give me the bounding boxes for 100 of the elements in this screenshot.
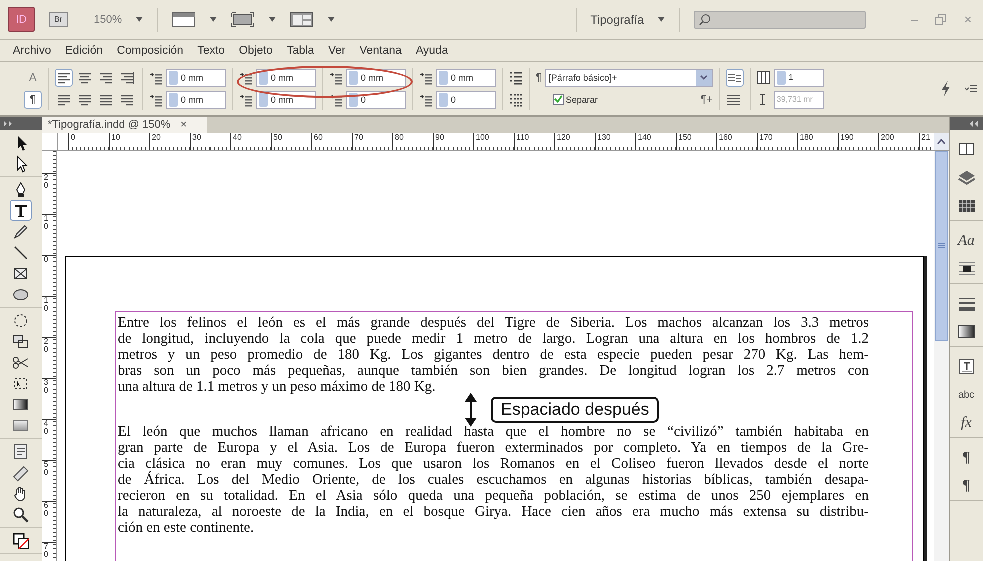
line-icon [12, 244, 30, 262]
columns-icon[interactable] [726, 94, 741, 106]
ruler-label: 30 [192, 133, 202, 142]
text-line: una altura de 1.1 metros y un peso máximo de 180 Kg. [118, 379, 437, 395]
ruler-label: 40 [43, 420, 50, 436]
view-options-icon[interactable] [172, 12, 196, 28]
ruler-label: 20 [43, 174, 50, 190]
close-tab-button[interactable]: × [180, 119, 188, 131]
collapse-icon[interactable] [970, 120, 980, 126]
ruler-label: 190 [840, 133, 854, 142]
ruler-label: 40 [233, 133, 242, 142]
character-mode-button[interactable]: A [24, 68, 42, 86]
measure-icon [12, 464, 30, 482]
ruler-label: 170 [760, 133, 773, 142]
menu-item[interactable]: Edición [58, 44, 110, 56]
scroll-up-icon[interactable] [937, 138, 946, 144]
span-columns-button[interactable] [726, 68, 744, 86]
ruler-label: 140 [638, 133, 652, 142]
align-right-icon [98, 70, 114, 84]
scrollbar[interactable] [934, 151, 949, 561]
workspace-switcher[interactable]: Tipografía [590, 12, 644, 26]
columns-count-icon [756, 70, 771, 84]
ruler-label: 0 [43, 256, 50, 264]
ruler-label: 21 [922, 133, 930, 142]
search-field[interactable] [694, 10, 866, 28]
arrange-icon[interactable] [290, 12, 314, 28]
menu-item[interactable]: Ayuda [408, 44, 456, 56]
grip-icon [938, 243, 945, 249]
text-line: bras son un poco más pequeñas, aunque también son bien grandes. De longitud logran los 2.7 metros con [118, 363, 869, 379]
panel-button[interactable]: Aa [954, 227, 980, 255]
menu-item[interactable]: Composición [110, 44, 191, 56]
scrollbar-thumb[interactable] [935, 151, 948, 341]
zoom-level[interactable]: 150% [94, 14, 122, 26]
text-line: de África. Los del Medio Oriente, de los cuales escuchamos en algunas historias bíblicas, también desapa- [118, 472, 869, 488]
ruler-label: 50 [43, 461, 50, 477]
panel-button[interactable]: abc [954, 381, 980, 409]
bulleted-list-icon[interactable] [509, 70, 523, 84]
panel-button[interactable]: ¶ [954, 444, 980, 472]
menu-item[interactable]: Tabla [280, 44, 322, 56]
ruler-label: 130 [598, 133, 611, 142]
align-justify-center-icon [78, 92, 92, 106]
caret-icon [658, 17, 666, 22]
menu-item[interactable]: Archivo [6, 44, 58, 56]
caret-icon [269, 17, 276, 22]
number-field[interactable]: 1 [774, 68, 824, 86]
panel-button[interactable]: ¶ [954, 472, 980, 500]
text-line: ción en este continente. [118, 520, 256, 536]
menu-item[interactable]: Texto [190, 44, 232, 56]
ruler-label: 60 [314, 133, 323, 142]
number-field[interactable]: 0 [436, 90, 496, 108]
ruler-label: 160 [719, 133, 732, 142]
clear-overrides-mark[interactable]: ¶+ [700, 94, 713, 106]
bridge-logo[interactable]: Br [49, 12, 68, 27]
ruler-label: 50 [274, 133, 282, 142]
hyphenate-checkbox[interactable]: Separar [553, 94, 598, 105]
number-field[interactable]: 0 [346, 90, 406, 108]
paragraph-mode-button[interactable]: ¶ [24, 90, 42, 108]
expand-icon[interactable] [4, 120, 14, 126]
zoom-icon [12, 506, 30, 524]
number-field[interactable]: 0 mm [166, 68, 226, 86]
caret-icon [328, 17, 336, 22]
number-field[interactable]: 0 mm [256, 68, 316, 86]
screen-mode-icon[interactable] [231, 12, 256, 28]
number-field[interactable]: 0 mm [436, 68, 496, 86]
layers-icon [956, 168, 976, 188]
align-spine-icon [120, 70, 134, 84]
menu-item[interactable]: Ventana [352, 44, 409, 56]
align-justify-all-icon [98, 92, 114, 106]
ruler-label: 200 [881, 133, 894, 142]
ruler-label: 150 [678, 133, 692, 142]
fill-stroke-icon [12, 532, 30, 550]
text-line: metros y un peso promedio de 180 Kg. Los gigantes dentro de esta especie pueden pesar 270 Kg. Las hem- [118, 347, 869, 363]
document-tab[interactable]: *Tipografía.indd @ 150% × [42, 117, 207, 133]
panel-button[interactable]: fx [954, 409, 980, 437]
text-line: recieron en su totalidad. En el Asia sólo queda una pequeña población, se estima de unos 250 ejemplares en [118, 488, 869, 504]
text-line: de longitud, incluyendo la cola que puede medir 1 metro de largo. Logran una altura en los hombros de 1.2 [118, 331, 869, 347]
ruler-label: 80 [395, 133, 404, 142]
align-button[interactable] [55, 68, 73, 86]
align-left-icon [56, 70, 72, 84]
text-line: El león que muchos llaman africano en realidad hasta que el hombre no se “civilizó” también habitaba en [118, 424, 869, 440]
number-field[interactable]: 0 mm [346, 68, 406, 86]
paragraph-style-dropdown[interactable]: [Párrafo básico]+ [544, 68, 713, 86]
text-frame-icon [956, 357, 976, 377]
ruler-label: 60 [43, 502, 50, 518]
align-justify-left-icon [56, 92, 72, 106]
number-field[interactable]: 0 mm [256, 90, 316, 108]
scale-icon [12, 332, 30, 350]
checkbox[interactable] [553, 94, 564, 105]
panel-menu-icon[interactable] [965, 84, 977, 94]
ruler-label: 10 [43, 297, 50, 313]
menu-item[interactable]: Objeto [232, 44, 280, 56]
number-field[interactable]: 0 mm [166, 90, 226, 108]
menu-item[interactable]: Ver [321, 44, 353, 56]
ruler-label: 10 [112, 133, 120, 142]
type-tool[interactable] [10, 200, 32, 221]
note-icon [12, 442, 30, 460]
ruler-label: 180 [800, 133, 814, 142]
lightning-icon[interactable] [941, 80, 951, 96]
numbered-list-icon[interactable] [509, 92, 523, 106]
ruler-label: 120 [557, 133, 570, 142]
